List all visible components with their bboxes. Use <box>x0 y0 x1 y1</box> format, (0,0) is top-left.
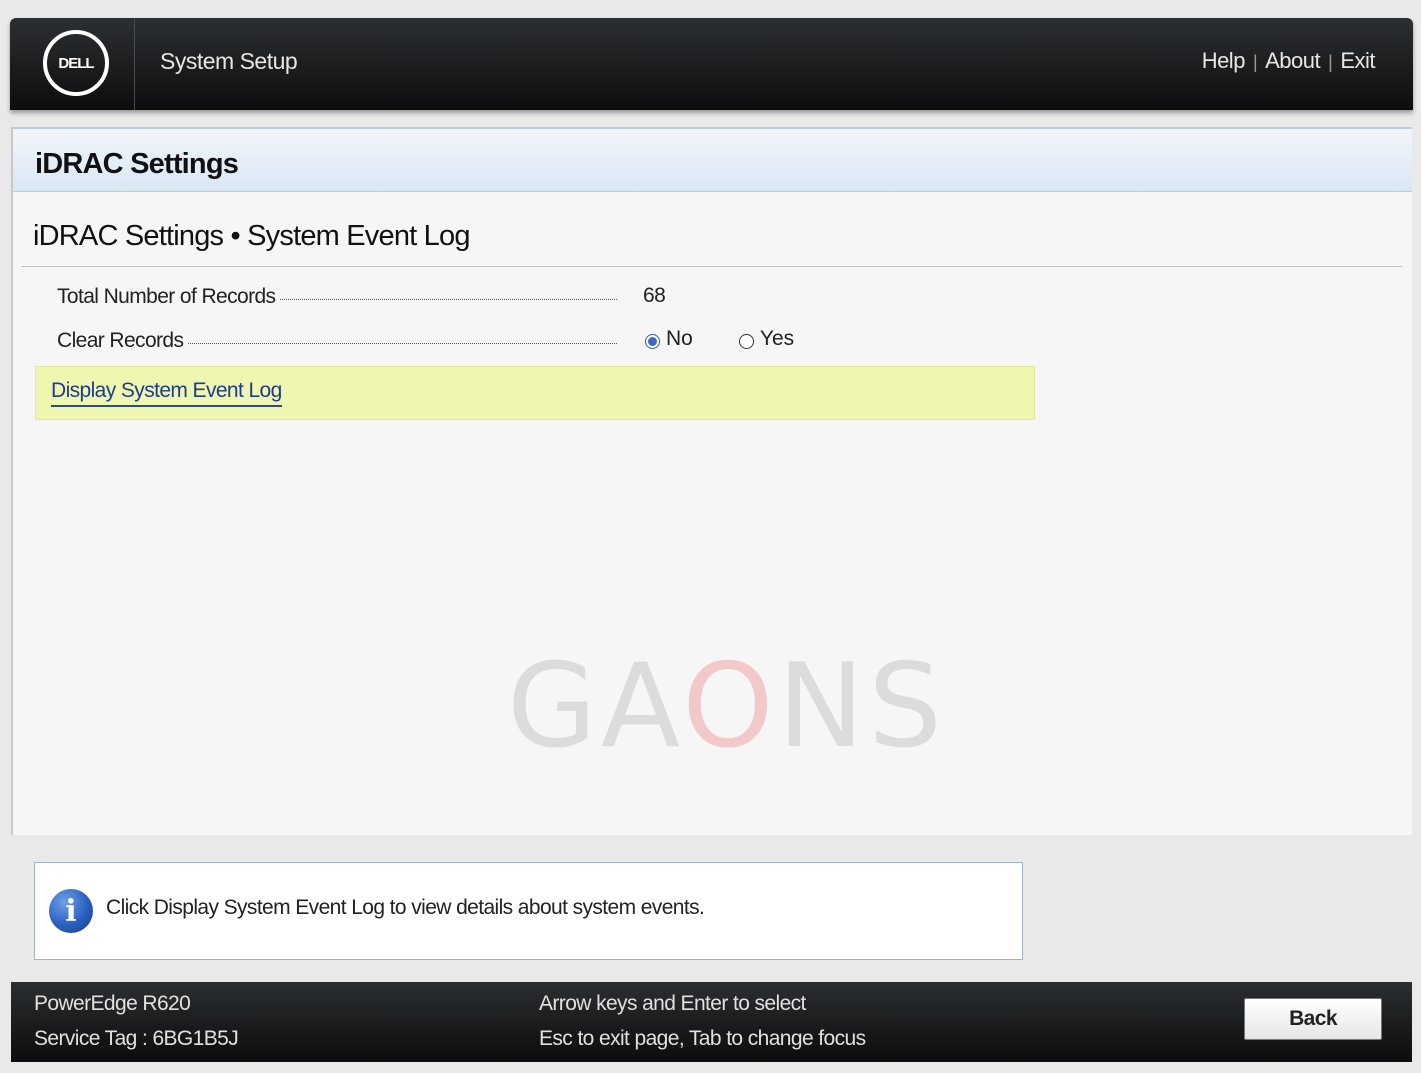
link-separator: | <box>1252 52 1258 72</box>
key-hint-select: Arrow keys and Enter to select <box>539 992 806 1015</box>
key-hint-exit: Esc to exit page, Tab to change focus <box>539 1027 866 1050</box>
leader-dots <box>188 342 617 344</box>
total-records-value: 68 <box>643 284 666 307</box>
total-records-label: Total Number of Records <box>57 285 276 308</box>
top-bar: DELL System Setup Help | About | Exit <box>10 18 1413 110</box>
radio-no-label: No <box>666 327 693 350</box>
page-title: iDRAC Settings • System Event Log <box>33 220 470 252</box>
leader-dots <box>280 298 617 300</box>
help-info-box: i Click Display System Event Log to view… <box>34 862 1023 960</box>
display-event-log-row[interactable]: Display System Event Log <box>35 366 1035 420</box>
exit-link[interactable]: Exit <box>1340 48 1375 73</box>
clear-records-radio-group: No Yes <box>645 327 794 351</box>
clear-records-label: Clear Records <box>57 329 184 352</box>
radio-yes[interactable]: Yes <box>738 327 795 351</box>
panel-header: iDRAC Settings <box>13 127 1412 192</box>
header-links: Help | About | Exit <box>1202 48 1376 74</box>
settings-panel: iDRAC Settings iDRAC Settings • System E… <box>11 127 1412 835</box>
radio-no[interactable]: No <box>645 327 693 351</box>
radio-yes-label: Yes <box>759 327 795 350</box>
display-event-log-link[interactable]: Display System Event Log <box>51 379 282 407</box>
section-title: iDRAC Settings <box>35 148 239 180</box>
radio-checked-icon <box>645 333 660 349</box>
logo-separator <box>134 18 135 110</box>
radio-unchecked-icon <box>738 333 754 349</box>
info-text: Click Display System Event Log to view d… <box>106 896 705 919</box>
service-tag: Service Tag : 6BG1B5J <box>34 1027 239 1050</box>
watermark: GAONS <box>507 639 946 774</box>
title-divider <box>21 266 1402 267</box>
back-button[interactable]: Back <box>1244 998 1382 1040</box>
about-link[interactable]: About <box>1265 48 1321 73</box>
total-records-row: Total Number of Records <box>57 283 617 311</box>
help-link[interactable]: Help <box>1202 48 1246 73</box>
app-title: System Setup <box>160 48 298 74</box>
dell-logo: DELL <box>43 30 109 96</box>
footer-bar: PowerEdge R620 Service Tag : 6BG1B5J Arr… <box>11 982 1412 1062</box>
model-name: PowerEdge R620 <box>34 992 191 1015</box>
link-separator: | <box>1328 52 1333 72</box>
info-icon: i <box>49 889 93 933</box>
clear-records-row: Clear Records <box>57 327 617 355</box>
